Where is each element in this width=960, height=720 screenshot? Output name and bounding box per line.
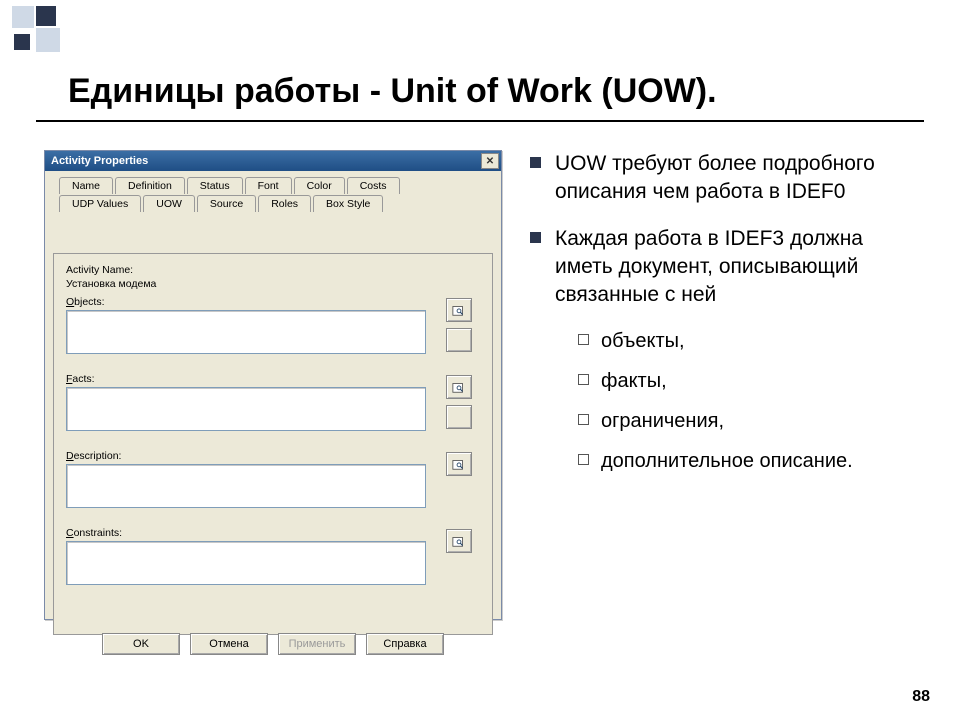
- ok-button[interactable]: OK: [102, 633, 180, 655]
- close-button[interactable]: ✕: [481, 153, 499, 169]
- close-icon: ✕: [486, 156, 494, 167]
- slide-title: Единицы работы - Unit of Work (UOW).: [68, 72, 717, 111]
- bullet-text: факты,: [601, 368, 667, 394]
- bullet-text: объекты,: [601, 328, 685, 354]
- objects-field-row: Objects:: [66, 296, 482, 357]
- constraints-field-row: Constraints:: [66, 527, 482, 588]
- tab-strip: Name Definition Status Font Color Costs …: [53, 177, 493, 217]
- bullet-hollow-icon: [578, 374, 589, 385]
- bullet-hollow-icon: [578, 414, 589, 425]
- help-button[interactable]: Справка: [366, 633, 444, 655]
- objects-input[interactable]: [66, 310, 426, 354]
- description-field-row: Description:: [66, 450, 482, 511]
- facts-field-row: Facts:: [66, 373, 482, 434]
- tab-box-style[interactable]: Box Style: [313, 195, 383, 212]
- bullet-text: UOW требуют более подробного описания че…: [555, 150, 925, 207]
- activity-name-label: Activity Name:: [66, 264, 482, 276]
- tab-definition[interactable]: Definition: [115, 177, 185, 194]
- bullet-text: дополнительное описание.: [601, 448, 853, 474]
- bullet-text: ограничения,: [601, 408, 724, 434]
- facts-label: Facts:: [66, 373, 482, 385]
- facts-input[interactable]: [66, 387, 426, 431]
- tab-panel-uow: Activity Name: Установка модема Objects:…: [53, 253, 493, 635]
- constraints-browse-button[interactable]: [446, 529, 472, 553]
- page-number: 88: [912, 688, 930, 706]
- dialog-titlebar: Activity Properties ✕: [45, 151, 501, 171]
- tab-roles[interactable]: Roles: [258, 195, 311, 212]
- objects-aux-button[interactable]: [446, 328, 472, 352]
- tab-source[interactable]: Source: [197, 195, 256, 212]
- bullet-square-icon: [530, 157, 541, 168]
- objects-browse-button[interactable]: [446, 298, 472, 322]
- tab-costs[interactable]: Costs: [347, 177, 400, 194]
- magnifier-icon: [452, 380, 466, 394]
- activity-properties-dialog: Activity Properties ✕ Name Definition St…: [44, 150, 502, 620]
- magnifier-icon: [452, 534, 466, 548]
- tab-color[interactable]: Color: [294, 177, 345, 194]
- tab-uow[interactable]: UOW: [143, 195, 195, 212]
- constraints-label: Constraints:: [66, 527, 482, 539]
- description-label: Description:: [66, 450, 482, 462]
- magnifier-icon: [452, 457, 466, 471]
- tab-name[interactable]: Name: [59, 177, 113, 194]
- objects-label: Objects:: [66, 296, 482, 308]
- facts-aux-button[interactable]: [446, 405, 472, 429]
- activity-name-value: Установка модема: [66, 278, 482, 290]
- bullet-hollow-icon: [578, 334, 589, 345]
- cancel-button[interactable]: Отмена: [190, 633, 268, 655]
- dialog-title: Activity Properties: [51, 155, 148, 167]
- title-underline: [36, 120, 924, 122]
- bullet-hollow-icon: [578, 454, 589, 465]
- tab-udp-values[interactable]: UDP Values: [59, 195, 141, 212]
- tab-status[interactable]: Status: [187, 177, 243, 194]
- description-input[interactable]: [66, 464, 426, 508]
- dialog-button-row: OK Отмена Применить Справка: [53, 633, 493, 655]
- description-browse-button[interactable]: [446, 452, 472, 476]
- magnifier-icon: [452, 303, 466, 317]
- bullet-text: Каждая работа в IDEF3 должна иметь докум…: [555, 225, 925, 310]
- apply-button[interactable]: Применить: [278, 633, 356, 655]
- bullet-square-icon: [530, 232, 541, 243]
- tab-font[interactable]: Font: [245, 177, 292, 194]
- facts-browse-button[interactable]: [446, 375, 472, 399]
- constraints-input[interactable]: [66, 541, 426, 585]
- bullet-list: UOW требуют более подробного описания че…: [530, 150, 925, 488]
